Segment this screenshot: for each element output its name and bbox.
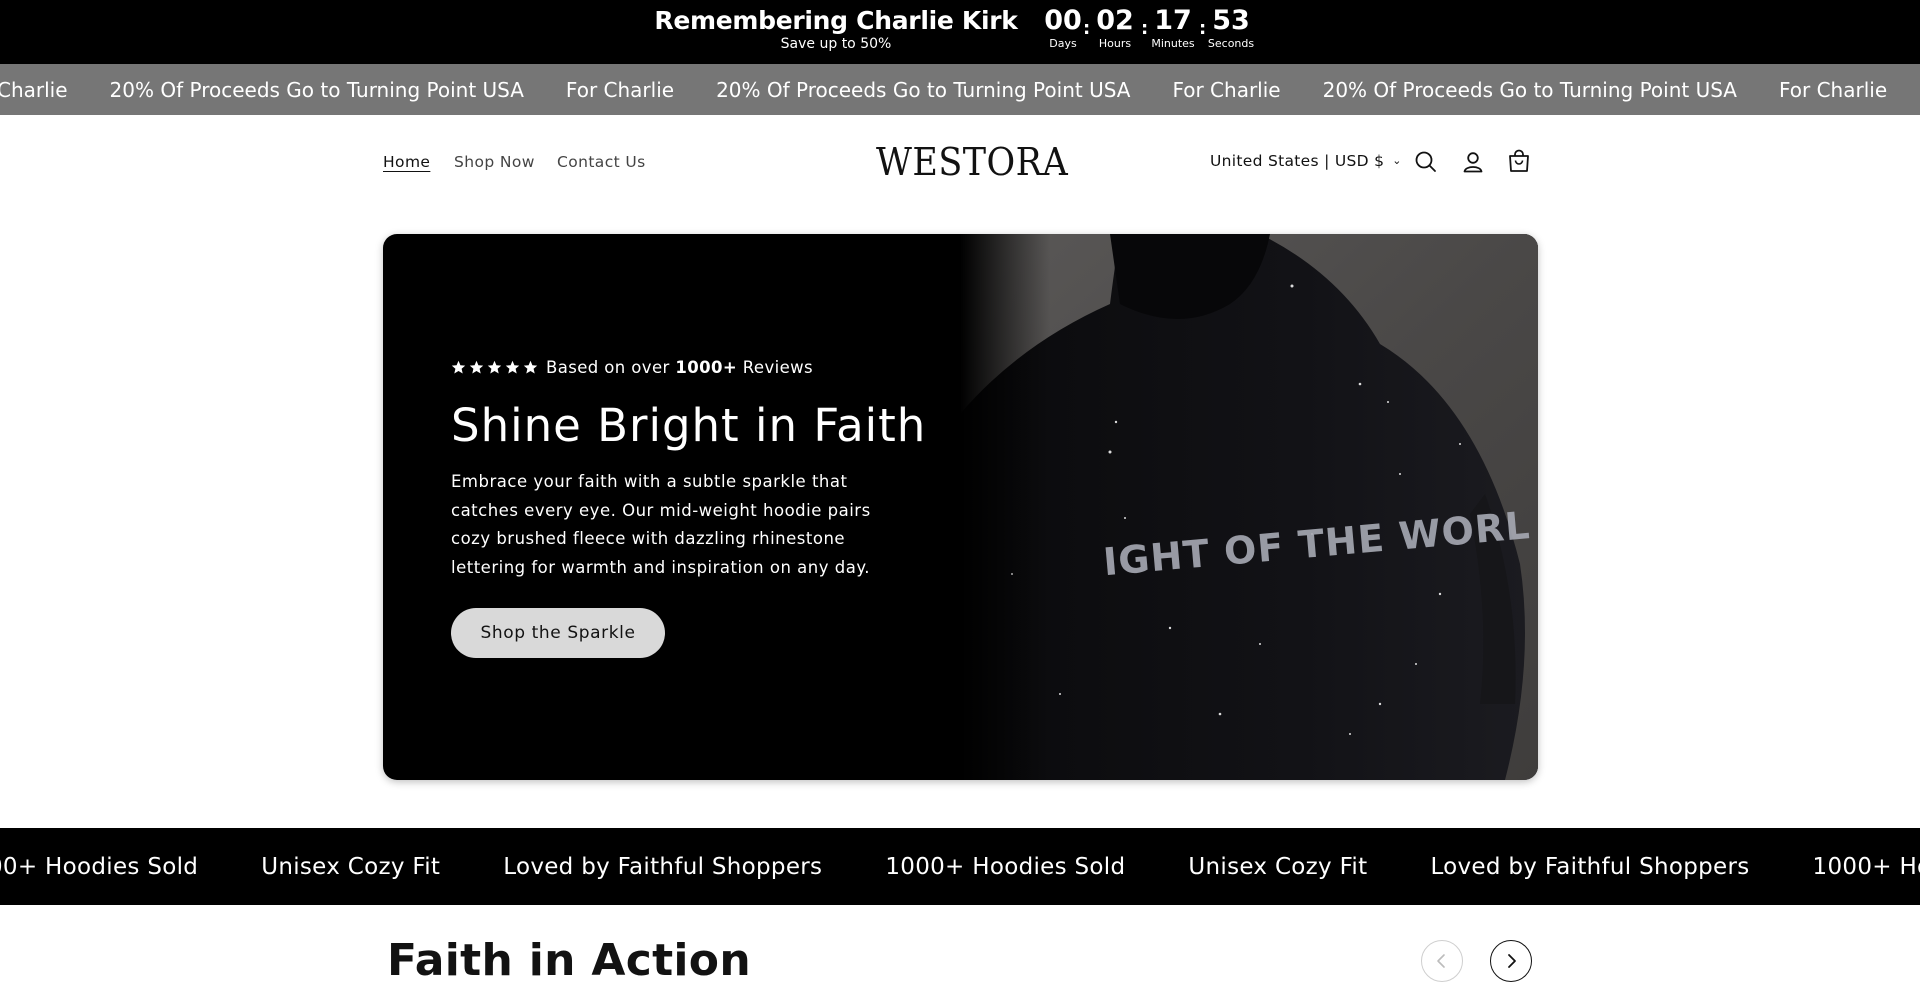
announcement-marquee-track: Charlie 20% Of Proceeds Go to Turning Poi… <box>0 64 1920 115</box>
feature-item: Unisex Cozy Fit <box>1188 853 1368 880</box>
announcement-item: 20% Of Proceeds Go to Turning Point USA <box>109 77 524 102</box>
feature-item: 1000+ Hoodies Sold <box>885 853 1126 880</box>
announcement-item: For Charlie <box>1172 77 1281 102</box>
star-icon <box>469 360 484 374</box>
hero-title: Shine Bright in Faith <box>451 399 927 452</box>
country-selector[interactable]: United States | USD $ ⌄ <box>1210 152 1402 170</box>
countdown-hours-value: 02 <box>1096 5 1134 36</box>
announcement-marquee: Charlie 20% Of Proceeds Go to Turning Poi… <box>0 64 1920 115</box>
countdown-heading: Remembering Charlie Kirk Save up to 50% <box>620 6 1052 52</box>
rating-count: 1000+ <box>675 358 738 377</box>
feature-item: Loved by Faithful Shoppers <box>1430 853 1750 880</box>
site-header: Home Shop Now Contact Us WESTORA United … <box>0 115 1920 209</box>
hero-description: Embrace your faith with a subtle sparkle… <box>451 472 871 577</box>
hero-banner: Based on over 1000+ Reviews Shine Bright… <box>383 234 1538 780</box>
countdown-days-label: Days <box>1049 37 1077 50</box>
countdown-bar: Remembering Charlie Kirk Save up to 50% … <box>0 0 1920 64</box>
hoodie-photo: IGHT OF THE WORL <box>960 234 1538 780</box>
search-icon[interactable] <box>1413 149 1439 175</box>
star-icon <box>523 360 538 374</box>
announcement-item: For Charlie <box>1778 77 1888 102</box>
countdown-subtitle: Save up to 50% <box>780 36 892 52</box>
announcement-item: 20% Of Proceeds Go to Turning Point USA <box>716 77 1131 102</box>
announcement-item: Charlie <box>0 77 68 102</box>
section-title: Faith in Action <box>387 935 751 986</box>
feature-item: 1000+ Hoodies Sold <box>1812 853 1920 880</box>
star-rating <box>451 360 538 375</box>
countdown-hours: 02 Hours <box>1085 4 1145 50</box>
chevron-left-icon <box>1437 954 1445 968</box>
announcement-item: For Charlie <box>565 77 675 102</box>
star-icon <box>451 360 466 374</box>
star-icon <box>505 360 520 374</box>
features-marquee-track: 00+ Hoodies Sold Unisex Cozy Fit Loved by … <box>0 828 1920 905</box>
shop-the-sparkle-button[interactable]: Shop the Sparkle <box>451 608 665 658</box>
chevron-right-icon <box>1508 954 1516 968</box>
countdown-seconds: 53 Seconds <box>1201 4 1261 50</box>
nav-shop-now[interactable]: Shop Now <box>454 153 535 171</box>
countdown-minutes: 17 Minutes <box>1143 4 1203 50</box>
feature-item: Unisex Cozy Fit <box>261 853 441 880</box>
chevron-down-icon: ⌄ <box>1392 154 1402 167</box>
carousel-prev-button[interactable] <box>1421 940 1463 982</box>
countdown-seconds-value: 53 <box>1212 5 1250 36</box>
rating-suffix: Reviews <box>742 358 814 377</box>
countdown-hours-label: Hours <box>1098 37 1132 50</box>
rating-text: Based on over 1000+ Reviews <box>546 358 813 377</box>
countdown-seconds-label: Seconds <box>1207 37 1255 50</box>
country-selector-label: United States | USD $ <box>1210 152 1385 170</box>
nav-contact-us[interactable]: Contact Us <box>557 153 646 171</box>
account-icon[interactable] <box>1460 149 1486 175</box>
countdown-minutes-value: 17 <box>1154 5 1192 36</box>
hero-content: Based on over 1000+ Reviews Shine Bright… <box>451 234 931 780</box>
rating-prefix: Based on over <box>546 358 670 377</box>
announcement-item: 20% Of Proceeds Go to Turning Point USA <box>1322 77 1737 102</box>
logo-text: WESTORA <box>876 140 1069 184</box>
rating-summary: Based on over 1000+ Reviews <box>451 358 813 377</box>
features-marquee: 00+ Hoodies Sold Unisex Cozy Fit Loved by … <box>0 828 1920 905</box>
cart-icon[interactable] <box>1506 149 1532 175</box>
countdown-title: Remembering Charlie Kirk <box>654 6 1018 35</box>
nav-home[interactable]: Home <box>383 153 430 171</box>
carousel-next-button[interactable] <box>1490 940 1532 982</box>
site-logo[interactable]: WESTORA <box>876 139 1068 185</box>
feature-item: 00+ Hoodies Sold <box>0 853 199 880</box>
countdown-minutes-label: Minutes <box>1151 37 1195 50</box>
star-icon <box>487 360 502 374</box>
feature-item: Loved by Faithful Shoppers <box>503 853 823 880</box>
hero-product-image: IGHT OF THE WORL <box>960 234 1538 780</box>
